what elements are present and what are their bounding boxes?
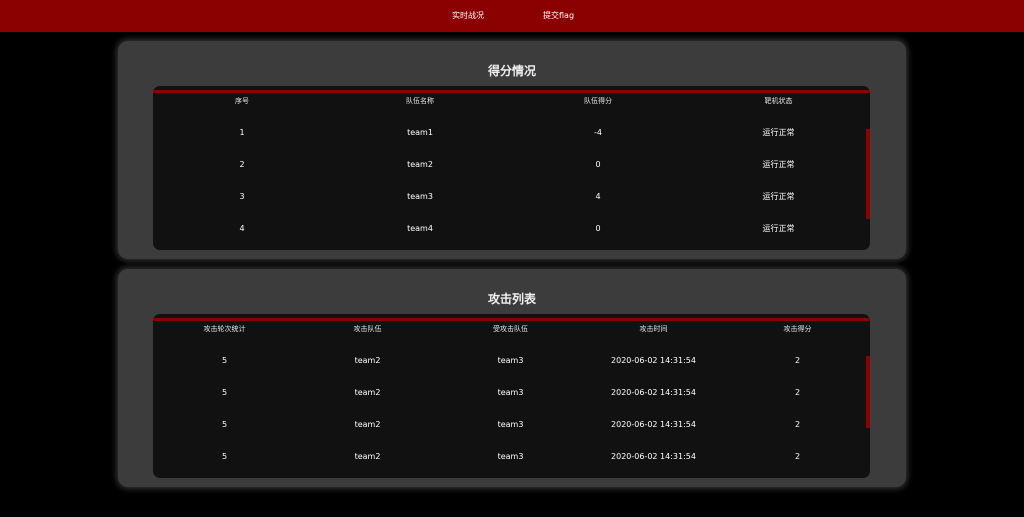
attack-cell-score: 2 [794,388,801,397]
table-row: 4 team4 0 运行正常 [153,213,870,245]
score-header-target-status: 靶机状态 [764,97,793,105]
score-table: 序号 队伍名称 队伍得分 靶机状态 1 team1 -4 运行正常 2 team… [153,86,870,250]
attack-header-score: 攻击得分 [783,325,812,333]
attack-cell-victim: team3 [497,420,524,429]
score-cell-team-name: team3 [407,192,433,201]
score-cell-index: 3 [239,192,245,201]
score-cell-team-score: -4 [594,128,602,137]
score-cell-team-name: team4 [407,224,433,233]
score-cell-team-name: team2 [407,160,433,169]
score-table-scrollbar[interactable] [866,129,870,219]
attack-cell-score: 2 [794,420,801,429]
attack-cell-round: 5 [221,388,228,397]
score-panel: 得分情况 序号 队伍名称 队伍得分 靶机状态 1 team1 -4 运行正常 2… [118,41,906,259]
score-header-index: 序号 [235,97,249,105]
table-row: 5 team2 team3 2020-06-02 14:31:54 2 [153,441,870,473]
attack-cell-time: 2020-06-02 14:31:54 [611,356,696,365]
attack-cell-attacker: team2 [354,388,381,397]
attack-header-round: 攻击轮次统计 [203,325,246,333]
score-cell-team-score: 0 [595,160,601,169]
nav-submit-flag[interactable]: 提交flag [543,0,574,32]
table-row: 2 team2 0 运行正常 [153,149,870,181]
attack-cell-score: 2 [794,356,801,365]
attack-cell-victim: team3 [497,356,524,365]
table-row: 5 team2 team3 2020-06-02 14:31:54 2 [153,377,870,409]
attack-panel: 攻击列表 攻击轮次统计 攻击队伍 受攻击队伍 攻击时间 攻击得分 5 team2… [118,269,906,487]
attack-cell-victim: team3 [497,452,524,461]
score-header-team-score: 队伍得分 [584,97,612,105]
attack-cell-time: 2020-06-02 14:31:54 [611,452,696,461]
attack-cell-score: 2 [794,452,801,461]
table-row: 5 team2 team3 2020-06-02 14:31:54 2 [153,345,870,377]
score-cell-team-score: 4 [595,192,601,201]
score-cell-target-status: 运行正常 [762,160,795,169]
score-cell-team-name: team1 [407,128,433,137]
attack-cell-time: 2020-06-02 14:31:54 [611,388,696,397]
attack-cell-attacker: team2 [354,420,381,429]
score-cell-target-status: 运行正常 [762,224,795,233]
attack-table: 攻击轮次统计 攻击队伍 受攻击队伍 攻击时间 攻击得分 5 team2 team… [153,314,870,478]
attack-header-time: 攻击时间 [639,325,668,333]
score-panel-title: 得分情况 [487,64,536,78]
score-table-header: 序号 队伍名称 队伍得分 靶机状态 [153,95,870,107]
table-row: 3 team3 4 运行正常 [153,181,870,213]
top-nav-bar: 实时战况 提交flag [0,0,1024,32]
score-cell-index: 4 [239,224,245,233]
attack-table-header: 攻击轮次统计 攻击队伍 受攻击队伍 攻击时间 攻击得分 [153,323,870,335]
attack-cell-victim: team3 [497,388,524,397]
table-accent-line [153,90,870,93]
attack-cell-time: 2020-06-02 14:31:54 [611,420,696,429]
nav-realtime-status[interactable]: 实时战况 [452,0,484,32]
attack-panel-title: 攻击列表 [487,292,536,306]
score-cell-index: 1 [239,128,245,137]
table-accent-line [153,318,870,321]
attack-header-victim: 受攻击队伍 [493,325,528,333]
attack-table-scrollbar[interactable] [866,356,870,428]
attack-header-attacker: 攻击队伍 [353,325,382,333]
score-cell-team-score: 0 [595,224,601,233]
attack-cell-attacker: team2 [354,356,381,365]
score-cell-target-status: 运行正常 [762,128,795,137]
attack-cell-round: 5 [221,356,228,365]
attack-cell-attacker: team2 [354,452,381,461]
table-row: 5 team2 team3 2020-06-02 14:31:54 2 [153,409,870,441]
attack-cell-round: 5 [221,420,228,429]
score-cell-index: 2 [239,160,245,169]
attack-cell-round: 5 [221,452,228,461]
table-row: 1 team1 -4 运行正常 [153,117,870,149]
score-header-team-name: 队伍名称 [406,97,434,105]
score-cell-target-status: 运行正常 [762,192,795,201]
